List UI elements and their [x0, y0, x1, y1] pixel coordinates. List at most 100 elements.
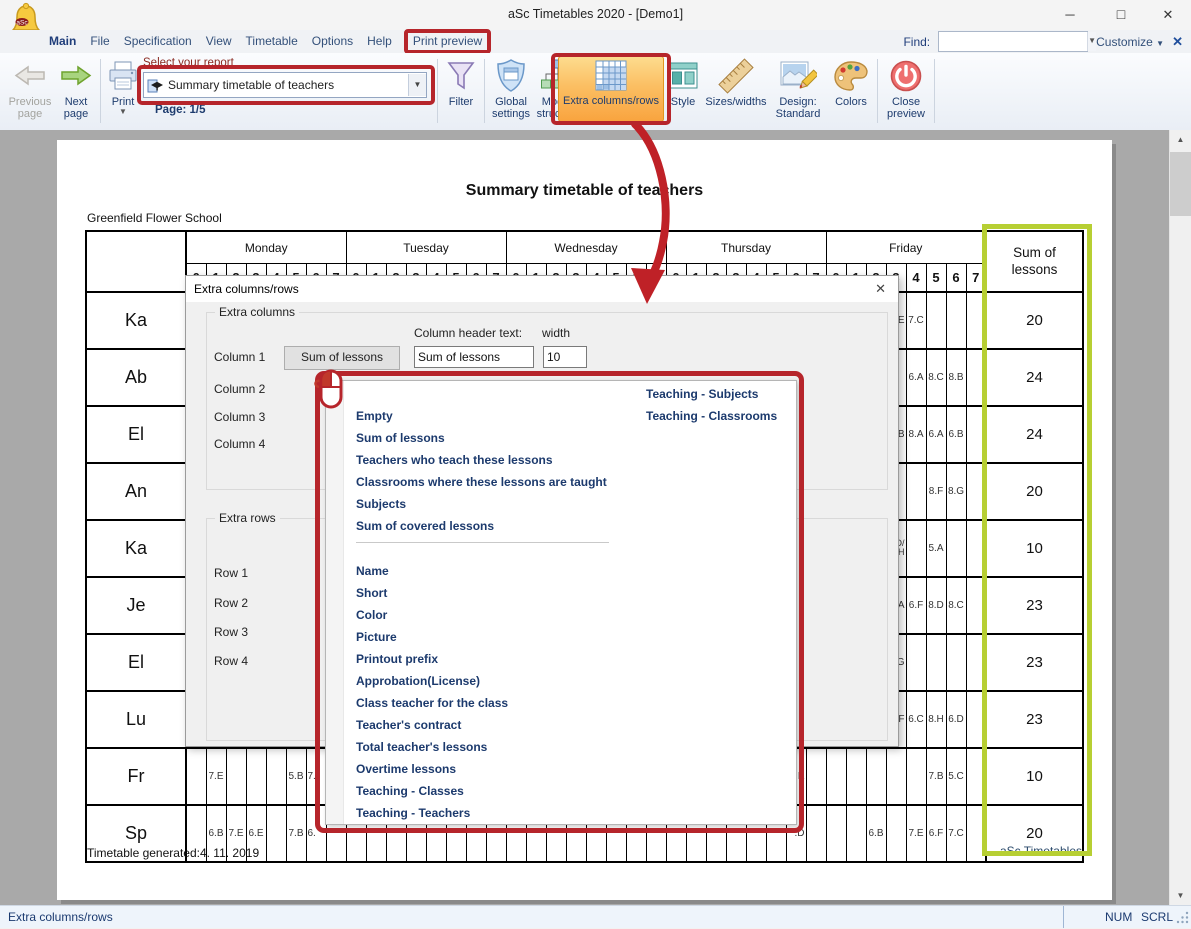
menu-bar: Main File Specification View Timetable Option…: [0, 30, 1191, 54]
lesson-cell: [906, 463, 926, 520]
lesson-cell: [266, 805, 286, 862]
menu-item-main[interactable]: Main: [49, 33, 76, 50]
day-header-friday: Friday: [826, 231, 986, 264]
palette-icon: [833, 56, 869, 96]
report-dropdown-icon[interactable]: ▼: [408, 74, 426, 96]
day-header-monday: Monday: [186, 231, 346, 264]
lesson-cell: [806, 748, 826, 805]
toolbar-separator: [934, 59, 935, 123]
findbar-close-icon[interactable]: ✕: [1172, 34, 1183, 50]
lesson-cell: 7.B: [926, 748, 946, 805]
chevron-down-icon: ▼: [1156, 39, 1164, 48]
menu-item-print-preview[interactable]: Print preview: [406, 32, 489, 51]
lesson-cell: [806, 805, 826, 862]
previous-page-button[interactable]: Previous page: [6, 56, 54, 120]
lesson-cell: 8.F: [926, 463, 946, 520]
title-bar: aSc aSc Timetables 2020 - [Demo1] ─ □ ✕: [0, 0, 1191, 30]
design-button[interactable]: Design: Standard: [769, 56, 827, 120]
lesson-cell: 8.A: [906, 406, 926, 463]
lesson-cell: [826, 805, 846, 862]
period-header: 4: [906, 264, 926, 293]
lesson-cell: 8.G: [946, 463, 966, 520]
lesson-cell: 8.C: [946, 577, 966, 634]
column-header-text-input[interactable]: [414, 346, 534, 368]
lesson-cell: 5.B: [286, 748, 306, 805]
lesson-cell: 6.C: [906, 691, 926, 748]
scroll-down-icon[interactable]: ▼: [1170, 886, 1191, 905]
power-icon: [888, 56, 924, 96]
report-selector-group: Select your report Summary timetable of …: [143, 56, 435, 116]
resize-grip[interactable]: [1176, 911, 1189, 929]
width-input[interactable]: [543, 346, 587, 368]
page-indicator: Page: 1/5: [155, 104, 435, 116]
find-input[interactable]: [939, 32, 1087, 51]
lesson-cell: 6.B: [946, 406, 966, 463]
maximize-button[interactable]: □: [1098, 0, 1144, 29]
dialog-close-icon[interactable]: ✕: [875, 281, 886, 297]
menu-item-specification[interactable]: Specification: [124, 33, 192, 50]
lesson-cell: 7.E: [206, 748, 226, 805]
toolbar-separator: [100, 59, 101, 123]
shield-icon: [494, 56, 528, 96]
dialog-titlebar[interactable]: Extra columns/rows ✕: [186, 276, 898, 302]
vertical-scrollbar[interactable]: ▲ ▼: [1169, 130, 1191, 905]
menu-item-options[interactable]: Options: [312, 33, 353, 50]
sum-column-highlight: [982, 224, 1092, 856]
menu-item-view[interactable]: View: [206, 33, 232, 50]
colors-button[interactable]: Colors: [827, 56, 875, 108]
lesson-cell: 8.C: [926, 349, 946, 406]
scrollbar-thumb[interactable]: [1170, 152, 1191, 216]
lesson-cell: [186, 748, 206, 805]
lesson-cell: [266, 748, 286, 805]
lesson-cell: 7.B: [286, 805, 306, 862]
filter-button[interactable]: Filter: [440, 56, 482, 108]
lesson-cell: 6.F: [926, 805, 946, 862]
popup-red-annotation-frame: [315, 371, 804, 833]
lesson-cell: [906, 520, 926, 577]
generated-timestamp: Timetable generated:4. 11. 2019: [87, 846, 259, 860]
close-button[interactable]: ✕: [1145, 0, 1191, 29]
report-value: Summary timetable of teachers: [164, 78, 408, 92]
column-2-label: Column 2: [214, 382, 265, 396]
lesson-cell: 6.F: [906, 577, 926, 634]
sizes-widths-button[interactable]: Sizes/widths: [703, 56, 769, 108]
find-combobox[interactable]: ▼: [938, 31, 1088, 52]
num-lock-indicator: NUM: [1105, 910, 1132, 924]
status-bar: Extra columns/rows NUM SCRL: [0, 905, 1191, 928]
teacher-name: Fr: [86, 748, 186, 805]
minimize-button[interactable]: ─: [1047, 0, 1093, 29]
teacher-name: El: [86, 406, 186, 463]
lesson-cell: [946, 634, 966, 691]
find-label: Find:: [903, 35, 930, 49]
report-icon: [147, 77, 164, 94]
next-page-button[interactable]: Next page: [54, 56, 98, 120]
extra-columns-rows-button[interactable]: Extra columns/rows: [559, 56, 663, 122]
print-button[interactable]: Print ▼: [103, 56, 143, 116]
scroll-up-icon[interactable]: ▲: [1170, 130, 1191, 149]
close-preview-button[interactable]: Close preview: [880, 56, 932, 120]
lesson-cell: [906, 634, 926, 691]
lesson-cell: 7.C: [906, 292, 926, 349]
layout-style-icon: [666, 56, 700, 96]
teacher-name: Je: [86, 577, 186, 634]
lesson-cell: 6.A: [926, 406, 946, 463]
school-name: Greenfield Flower School: [87, 211, 222, 225]
chevron-down-icon: ▼: [119, 108, 127, 116]
dialog-title: Extra columns/rows: [194, 282, 299, 296]
global-settings-button[interactable]: Global settings: [487, 56, 535, 120]
toolbar-separator: [437, 59, 438, 123]
arrow-right-icon: [60, 56, 92, 96]
menu-item-timetable[interactable]: Timetable: [246, 33, 298, 50]
lesson-cell: [846, 748, 866, 805]
table-corner-cell: [86, 231, 186, 292]
lesson-cell: [926, 634, 946, 691]
arrow-left-icon: [14, 56, 46, 96]
menu-item-help[interactable]: Help: [367, 33, 392, 50]
menu-item-file[interactable]: File: [90, 33, 109, 50]
teacher-name: Ab: [86, 349, 186, 406]
ruler-icon: [717, 56, 755, 96]
report-combobox[interactable]: Summary timetable of teachers ▼: [143, 72, 427, 98]
teacher-name: An: [86, 463, 186, 520]
find-dropdown-icon[interactable]: ▼: [1087, 32, 1096, 51]
customize-button[interactable]: Customize ▼: [1096, 35, 1164, 49]
